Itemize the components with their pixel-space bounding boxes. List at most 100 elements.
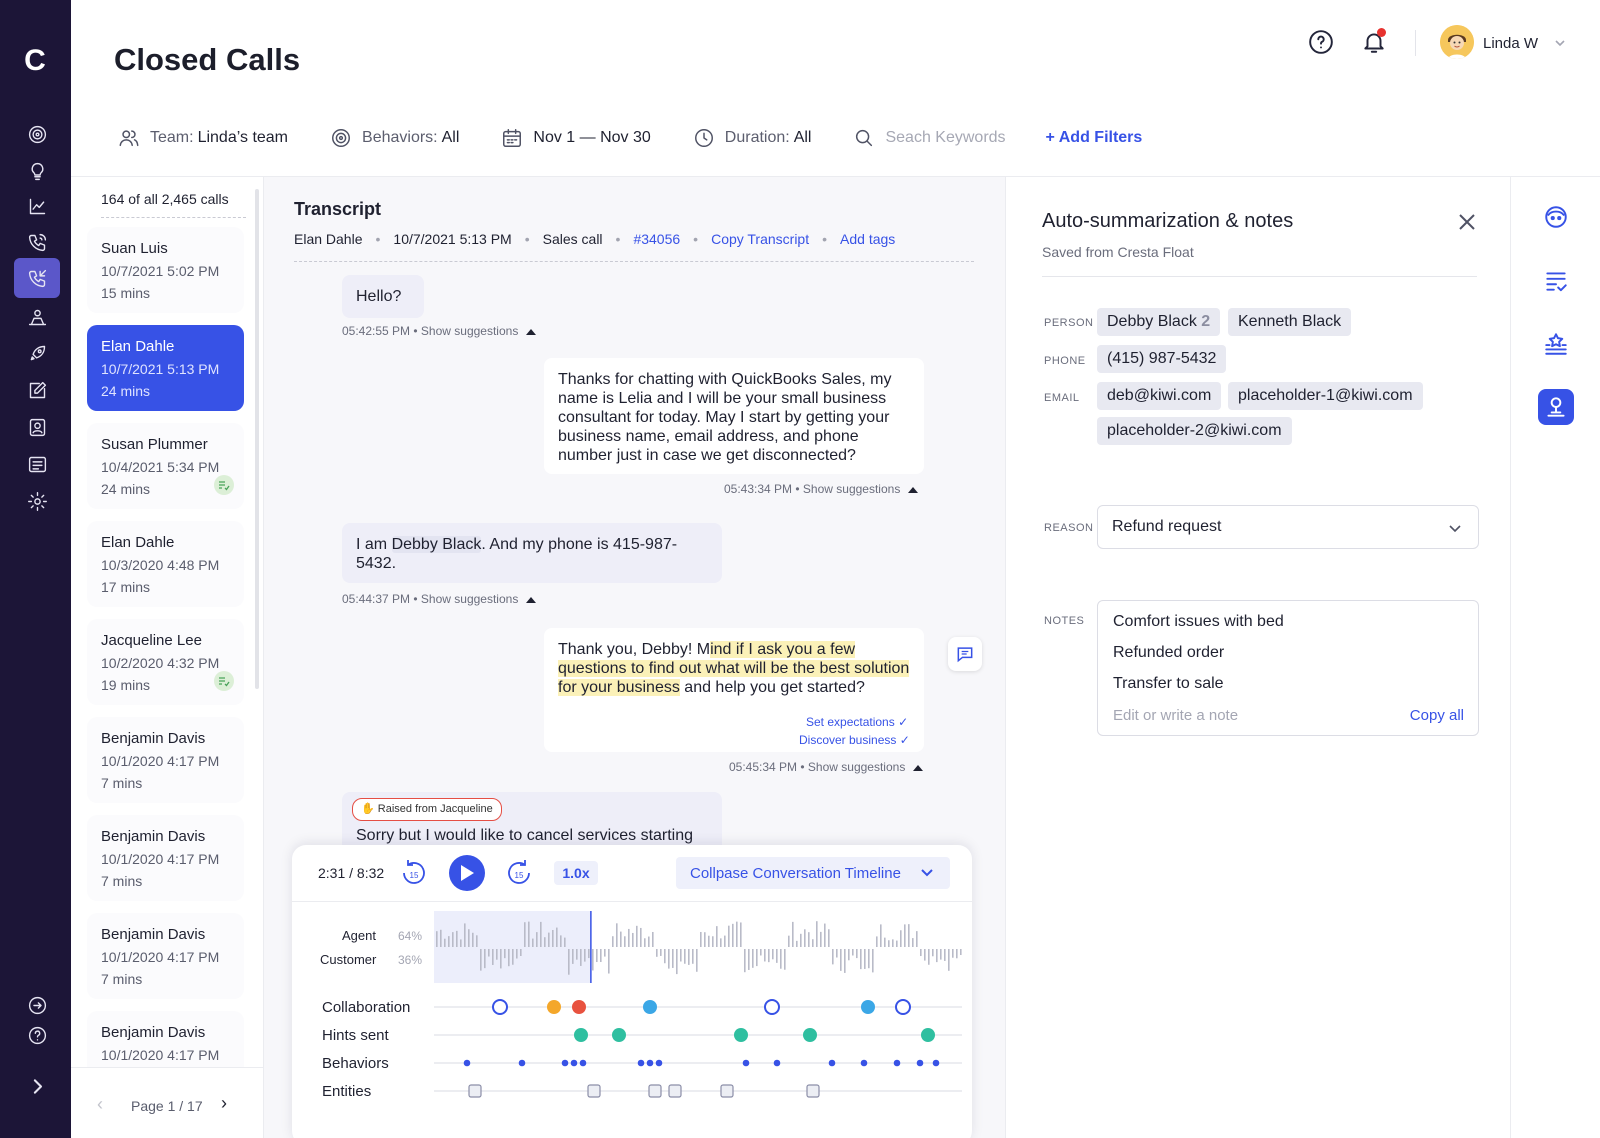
duration-filter-label: Duration: bbox=[724, 129, 790, 146]
team-filter[interactable]: Team: Linda’s team bbox=[118, 127, 288, 149]
waveform-bar bbox=[944, 949, 946, 961]
show-suggestions-link[interactable]: Show suggestions bbox=[421, 324, 518, 338]
bot-face-icon[interactable] bbox=[1538, 199, 1574, 235]
play-button[interactable] bbox=[449, 855, 485, 891]
waveform-bar bbox=[528, 921, 530, 947]
call-list-item-selected[interactable]: Elan Dahle 10/7/2021 5:13 PM 24 mins bbox=[87, 325, 244, 411]
caret-up-icon[interactable] bbox=[913, 764, 924, 771]
waveform-bar bbox=[724, 935, 726, 947]
keyword-search[interactable]: Seach Keywords bbox=[853, 127, 1006, 149]
entity-marker bbox=[806, 1084, 820, 1098]
raised-hand-badge: ✋ Raised from Jacqueline bbox=[352, 798, 502, 821]
nav-contact-icon[interactable] bbox=[14, 407, 60, 447]
waveform-bar bbox=[764, 949, 766, 962]
duration-filter[interactable]: Duration: All bbox=[693, 127, 811, 149]
chat-marker-icon bbox=[492, 999, 508, 1015]
entity-highlight[interactable]: Debby Black bbox=[391, 536, 482, 553]
show-suggestions-link[interactable]: Show suggestions bbox=[803, 482, 900, 496]
nav-chart-icon[interactable] bbox=[14, 186, 60, 226]
comment-icon[interactable] bbox=[948, 637, 982, 671]
rewind-15-icon[interactable]: 15 bbox=[400, 857, 428, 892]
entity-chip-person[interactable]: Debby Black 2 bbox=[1097, 308, 1221, 336]
waveform-bar bbox=[876, 936, 878, 947]
caller-name: Benjamin Davis bbox=[101, 1024, 206, 1041]
nav-help-icon[interactable] bbox=[14, 1015, 60, 1055]
entity-chip-email[interactable]: placeholder-2@kiwi.com bbox=[1097, 417, 1292, 445]
help-icon[interactable] bbox=[1304, 25, 1338, 59]
behavior-dot bbox=[655, 1059, 663, 1067]
nav-target-icon[interactable] bbox=[14, 114, 60, 154]
nav-rocket-icon[interactable] bbox=[14, 333, 60, 373]
forward-15-icon[interactable]: 15 bbox=[505, 857, 533, 892]
entity-chip-email[interactable]: placeholder-1@kiwi.com bbox=[1228, 382, 1423, 410]
waveform-bar bbox=[872, 949, 874, 973]
copy-transcript-link[interactable]: Copy Transcript bbox=[711, 231, 809, 247]
show-suggestions-link[interactable]: Show suggestions bbox=[421, 592, 518, 606]
nav-expand-icon[interactable] bbox=[14, 1066, 60, 1106]
nav-lightbulb-icon[interactable] bbox=[14, 151, 60, 191]
call-list-scrollbar[interactable] bbox=[255, 189, 259, 689]
waveform-bar bbox=[808, 932, 810, 947]
audio-waveform[interactable] bbox=[434, 911, 964, 983]
nav-phone-icon[interactable] bbox=[14, 222, 60, 262]
waveform-bar bbox=[692, 949, 694, 964]
call-list-item[interactable]: Benjamin Davis 10/1/2020 4:17 PM 7 mins bbox=[87, 717, 244, 803]
prev-page-icon[interactable]: ‹ bbox=[97, 1094, 103, 1115]
nav-edit-icon[interactable] bbox=[14, 370, 60, 410]
waveform-bar bbox=[788, 935, 790, 947]
search-input[interactable]: Seach Keywords bbox=[885, 129, 1005, 147]
caret-up-icon[interactable] bbox=[526, 596, 537, 603]
call-id-link[interactable]: #34056 bbox=[633, 231, 680, 247]
call-list-item[interactable]: Suan Luis 10/7/2021 5:02 PM 15 mins bbox=[87, 227, 244, 313]
waveform-bar bbox=[640, 927, 642, 947]
entity-chip-person[interactable]: Kenneth Black bbox=[1228, 308, 1352, 336]
waveform-bar bbox=[740, 922, 742, 947]
call-list-item[interactable]: Susan Plummer 10/4/2021 5:34 PM 24 mins bbox=[87, 423, 244, 509]
suggestion-discover-business[interactable]: Discover business ✓ bbox=[799, 733, 910, 747]
waveform-bar bbox=[504, 949, 506, 959]
playback-speed-button[interactable]: 1.0x bbox=[554, 861, 598, 885]
notes-list-icon[interactable] bbox=[1538, 263, 1574, 299]
caret-up-icon[interactable] bbox=[526, 328, 537, 335]
note-input[interactable]: Edit or write a note bbox=[1113, 707, 1238, 724]
waveform-bar bbox=[828, 929, 830, 947]
next-page-icon[interactable]: › bbox=[221, 1093, 227, 1114]
notification-bell-icon[interactable] bbox=[1357, 25, 1391, 59]
behaviors-filter-label: Behaviors: bbox=[362, 129, 438, 146]
waveform-bar bbox=[544, 937, 546, 947]
collapse-timeline-button[interactable]: Collpase Conversation Timeline bbox=[676, 857, 950, 889]
note-item[interactable]: Comfort issues with bed bbox=[1113, 613, 1463, 644]
right-tool-rail bbox=[1510, 177, 1600, 1138]
call-list-item[interactable]: Elan Dahle 10/3/2020 4:48 PM 17 mins bbox=[87, 521, 244, 607]
user-menu-chevron-icon[interactable] bbox=[1553, 36, 1567, 50]
note-item[interactable]: Refunded order bbox=[1113, 644, 1463, 675]
call-list-item[interactable]: Jacqueline Lee 10/2/2020 4:32 PM 19 mins bbox=[87, 619, 244, 705]
nav-list-icon[interactable] bbox=[14, 444, 60, 484]
caret-up-icon[interactable] bbox=[908, 486, 919, 493]
call-list-item[interactable]: Benjamin Davis 10/1/2020 4:17 PM 7 mins bbox=[87, 815, 244, 901]
date-filter[interactable]: Nov 1 — Nov 30 bbox=[501, 127, 651, 149]
waveform-bar bbox=[748, 949, 750, 970]
behaviors-filter[interactable]: Behaviors: All bbox=[330, 127, 459, 149]
add-tags-link[interactable]: Add tags bbox=[840, 231, 895, 247]
highlights-icon[interactable] bbox=[1538, 326, 1574, 362]
show-suggestions-link[interactable]: Show suggestions bbox=[808, 760, 905, 774]
nav-coaching-icon[interactable] bbox=[14, 297, 60, 337]
note-item[interactable]: Transfer to sale bbox=[1113, 675, 1463, 706]
entity-chip-phone[interactable]: (415) 987-5432 bbox=[1097, 345, 1227, 373]
nav-settings-icon[interactable] bbox=[14, 481, 60, 521]
entity-chip-email[interactable]: deb@kiwi.com bbox=[1097, 382, 1222, 410]
copy-all-button[interactable]: Copy all bbox=[1410, 707, 1464, 724]
user-name[interactable]: Linda W bbox=[1483, 35, 1538, 52]
avatar[interactable] bbox=[1440, 25, 1474, 59]
reason-select[interactable]: Refund request bbox=[1097, 505, 1479, 549]
call-date: 10/1/2020 4:17 PM bbox=[101, 949, 220, 965]
suggestion-set-expectations[interactable]: Set expectations ✓ bbox=[806, 715, 908, 729]
call-list-item[interactable]: Benjamin Davis 10/1/2020 4:17 PM 7 mins bbox=[87, 913, 244, 999]
waveform-bar bbox=[888, 940, 890, 947]
contact-info-icon[interactable] bbox=[1538, 389, 1574, 425]
call-list: 164 of all 2,465 calls Suan Luis 10/7/20… bbox=[71, 177, 264, 1138]
add-filters-button[interactable]: + Add Filters bbox=[1046, 129, 1143, 147]
nav-closed-calls-icon[interactable] bbox=[14, 258, 60, 298]
close-icon[interactable] bbox=[1456, 211, 1478, 233]
